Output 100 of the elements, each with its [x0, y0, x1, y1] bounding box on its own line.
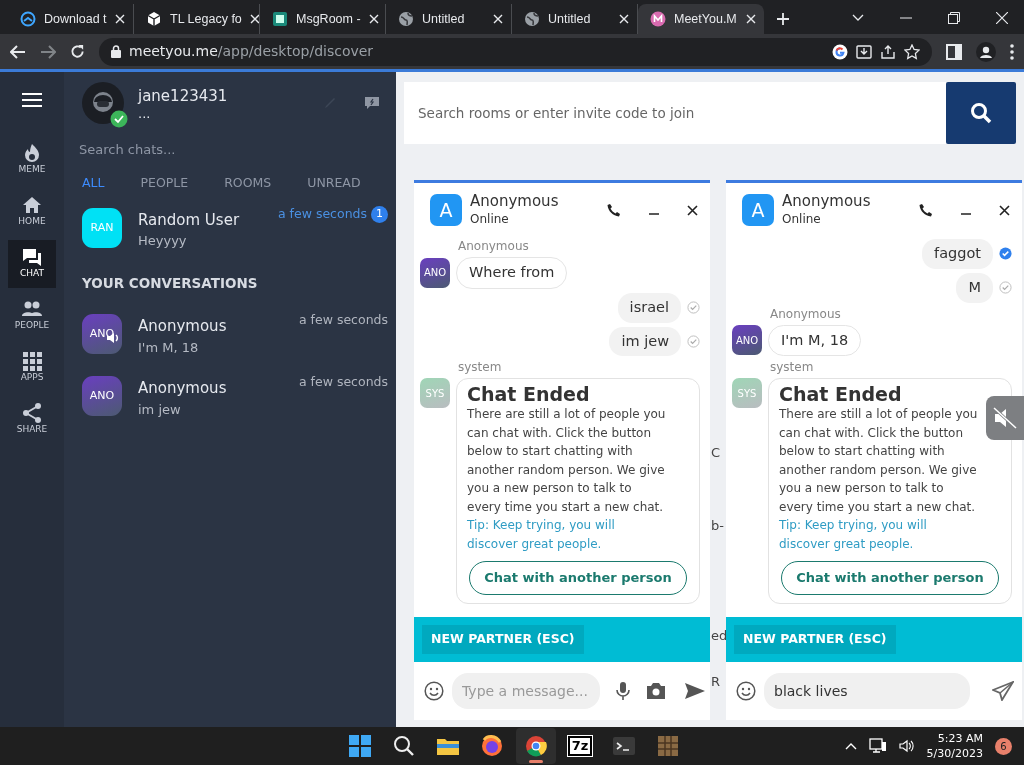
status-text: Online — [470, 211, 510, 228]
side-panel-icon[interactable] — [946, 43, 962, 60]
install-icon[interactable] — [856, 43, 872, 60]
address-bar[interactable]: meetyou.me/app/desktop/discover — [99, 37, 932, 66]
message-field[interactable]: Type a message... — [452, 673, 600, 709]
share-icon[interactable] — [880, 43, 896, 60]
filter-tab[interactable]: PEOPLE — [132, 170, 197, 197]
nav-item[interactable]: SHARE — [8, 396, 56, 444]
tip-text: Tip: Keep trying, you will discover great people. — [779, 517, 928, 553]
card-title: Chat Ended — [779, 383, 903, 406]
firefox-icon — [480, 734, 504, 758]
nav-item[interactable]: PEOPLE — [8, 292, 56, 340]
google-icon[interactable] — [832, 43, 848, 60]
nav-item[interactable]: HOME — [8, 188, 56, 236]
clock-time[interactable]: 5:23 AM — [926, 731, 983, 746]
card-title: Chat Ended — [467, 383, 591, 406]
menu-icon[interactable] — [22, 92, 42, 108]
contact-name: Random User — [138, 209, 241, 231]
reload-icon[interactable] — [70, 44, 85, 59]
taskbar-app[interactable] — [516, 728, 556, 764]
chat-alert-icon[interactable] — [364, 96, 380, 110]
contact-name: Anonymous — [138, 378, 228, 399]
clock-date[interactable]: 5/30/2023 — [926, 746, 983, 761]
message-bubble: im jew — [609, 326, 681, 357]
msgroom-icon — [272, 11, 288, 27]
url-text: meetyou.me/app/desktop/discover — [129, 42, 375, 61]
chevron-icon[interactable] — [852, 14, 864, 22]
contact-name: Anonymous — [138, 316, 228, 337]
profile-icon[interactable] — [976, 41, 996, 62]
sender-name: system — [458, 360, 503, 375]
microphone-icon[interactable] — [616, 681, 630, 701]
tip-text: Tip: Keep trying, you will discover great people. — [467, 517, 616, 553]
text-fragment: b- — [711, 518, 725, 533]
camera-icon[interactable] — [646, 682, 666, 700]
close-icon[interactable] — [687, 204, 698, 216]
sender-name: system — [770, 360, 815, 375]
unread-badge: 1 — [371, 205, 388, 223]
volume-icon[interactable] — [898, 739, 915, 753]
section-heading: YOUR CONVERSATIONS — [81, 273, 259, 293]
phone-icon[interactable] — [607, 203, 621, 217]
globe-icon — [524, 11, 540, 27]
room-search-input[interactable]: Search rooms or enter invite code to join — [416, 101, 946, 125]
username: jane123431 — [138, 85, 229, 107]
contact-name: Anonymous — [470, 192, 560, 210]
phone-icon[interactable] — [919, 203, 933, 217]
avatar: A — [430, 194, 462, 226]
status-text: ... — [138, 107, 152, 122]
lock-icon — [111, 45, 121, 58]
send-icon[interactable] — [684, 682, 706, 700]
avatar: SYS — [420, 378, 450, 409]
mute-button[interactable] — [986, 396, 1024, 440]
timestamp: a few seconds — [299, 311, 388, 329]
muted-speaker-icon — [993, 407, 1017, 429]
timestamp: a few seconds — [299, 373, 388, 391]
close-icon[interactable] — [999, 204, 1010, 216]
new-tab-icon[interactable] — [776, 12, 790, 26]
conversation-item[interactable]: RAN Random User Heyyyy a few seconds 1 — [64, 196, 396, 259]
conversation-item[interactable]: ANO Anonymous im jew a few seconds — [64, 365, 396, 427]
home-icon — [22, 195, 42, 216]
globe-icon — [398, 11, 414, 27]
chat-again-button[interactable]: Chat with another person — [469, 561, 687, 595]
nav-item[interactable]: CHAT — [8, 240, 56, 288]
card-text: There are still a lot of people you can chat with. Click the button below to start chatting with another random person. We give you a new person to talk to every time you start a new chat. — [779, 406, 979, 516]
emoji-icon[interactable] — [736, 681, 756, 701]
send-icon[interactable] — [992, 681, 1014, 701]
filter-tab[interactable]: ROOMS — [216, 170, 280, 197]
nav-item[interactable]: APPS — [8, 344, 56, 392]
taskbar-app[interactable]: 7z — [560, 728, 600, 764]
flame-icon — [22, 143, 42, 164]
chat-again-button[interactable]: Chat with another person — [781, 561, 999, 595]
nav-item[interactable]: MEME — [8, 136, 56, 184]
text-fragment: R — [711, 674, 722, 689]
terminal-icon — [612, 734, 636, 758]
room-search-field[interactable]: Search rooms or enter invite code to join — [404, 82, 946, 144]
text-fragment: C — [711, 445, 722, 460]
caret-up-icon[interactable] — [844, 742, 857, 750]
message-preview: I'm M, 18 — [138, 338, 200, 357]
search-button[interactable] — [946, 82, 1016, 144]
filter-tab[interactable]: UNREAD — [299, 170, 369, 197]
timestamp: a few seconds — [278, 204, 367, 223]
share-icon — [22, 403, 42, 424]
filter-tab[interactable]: ALL — [74, 170, 113, 197]
sender-name: Anonymous — [458, 239, 530, 253]
restore-icon[interactable] — [948, 12, 960, 24]
contact-name: Anonymous — [782, 192, 872, 210]
emoji-icon[interactable] — [424, 681, 444, 701]
star-icon[interactable] — [904, 43, 920, 60]
avatar: RAN — [82, 207, 122, 248]
text-fragment: ed — [711, 628, 726, 643]
menu-icon[interactable] — [1010, 43, 1014, 60]
card-text: There are still a lot of people you can chat with. Click the button below to start chatting with another random person. We give you a new person to talk to every time you start a new chat. — [467, 406, 667, 516]
avatar: SYS — [732, 378, 762, 409]
message-bubble: faggot — [922, 239, 993, 269]
network-icon[interactable] — [868, 738, 887, 754]
notification-badge[interactable]: 6 — [995, 737, 1012, 755]
browser-tab[interactable]: MeetYou.M — [638, 4, 764, 34]
forward-icon — [40, 44, 56, 59]
search-icon — [970, 102, 992, 124]
message-field[interactable]: black lives — [764, 673, 970, 709]
back-icon[interactable] — [10, 44, 26, 59]
